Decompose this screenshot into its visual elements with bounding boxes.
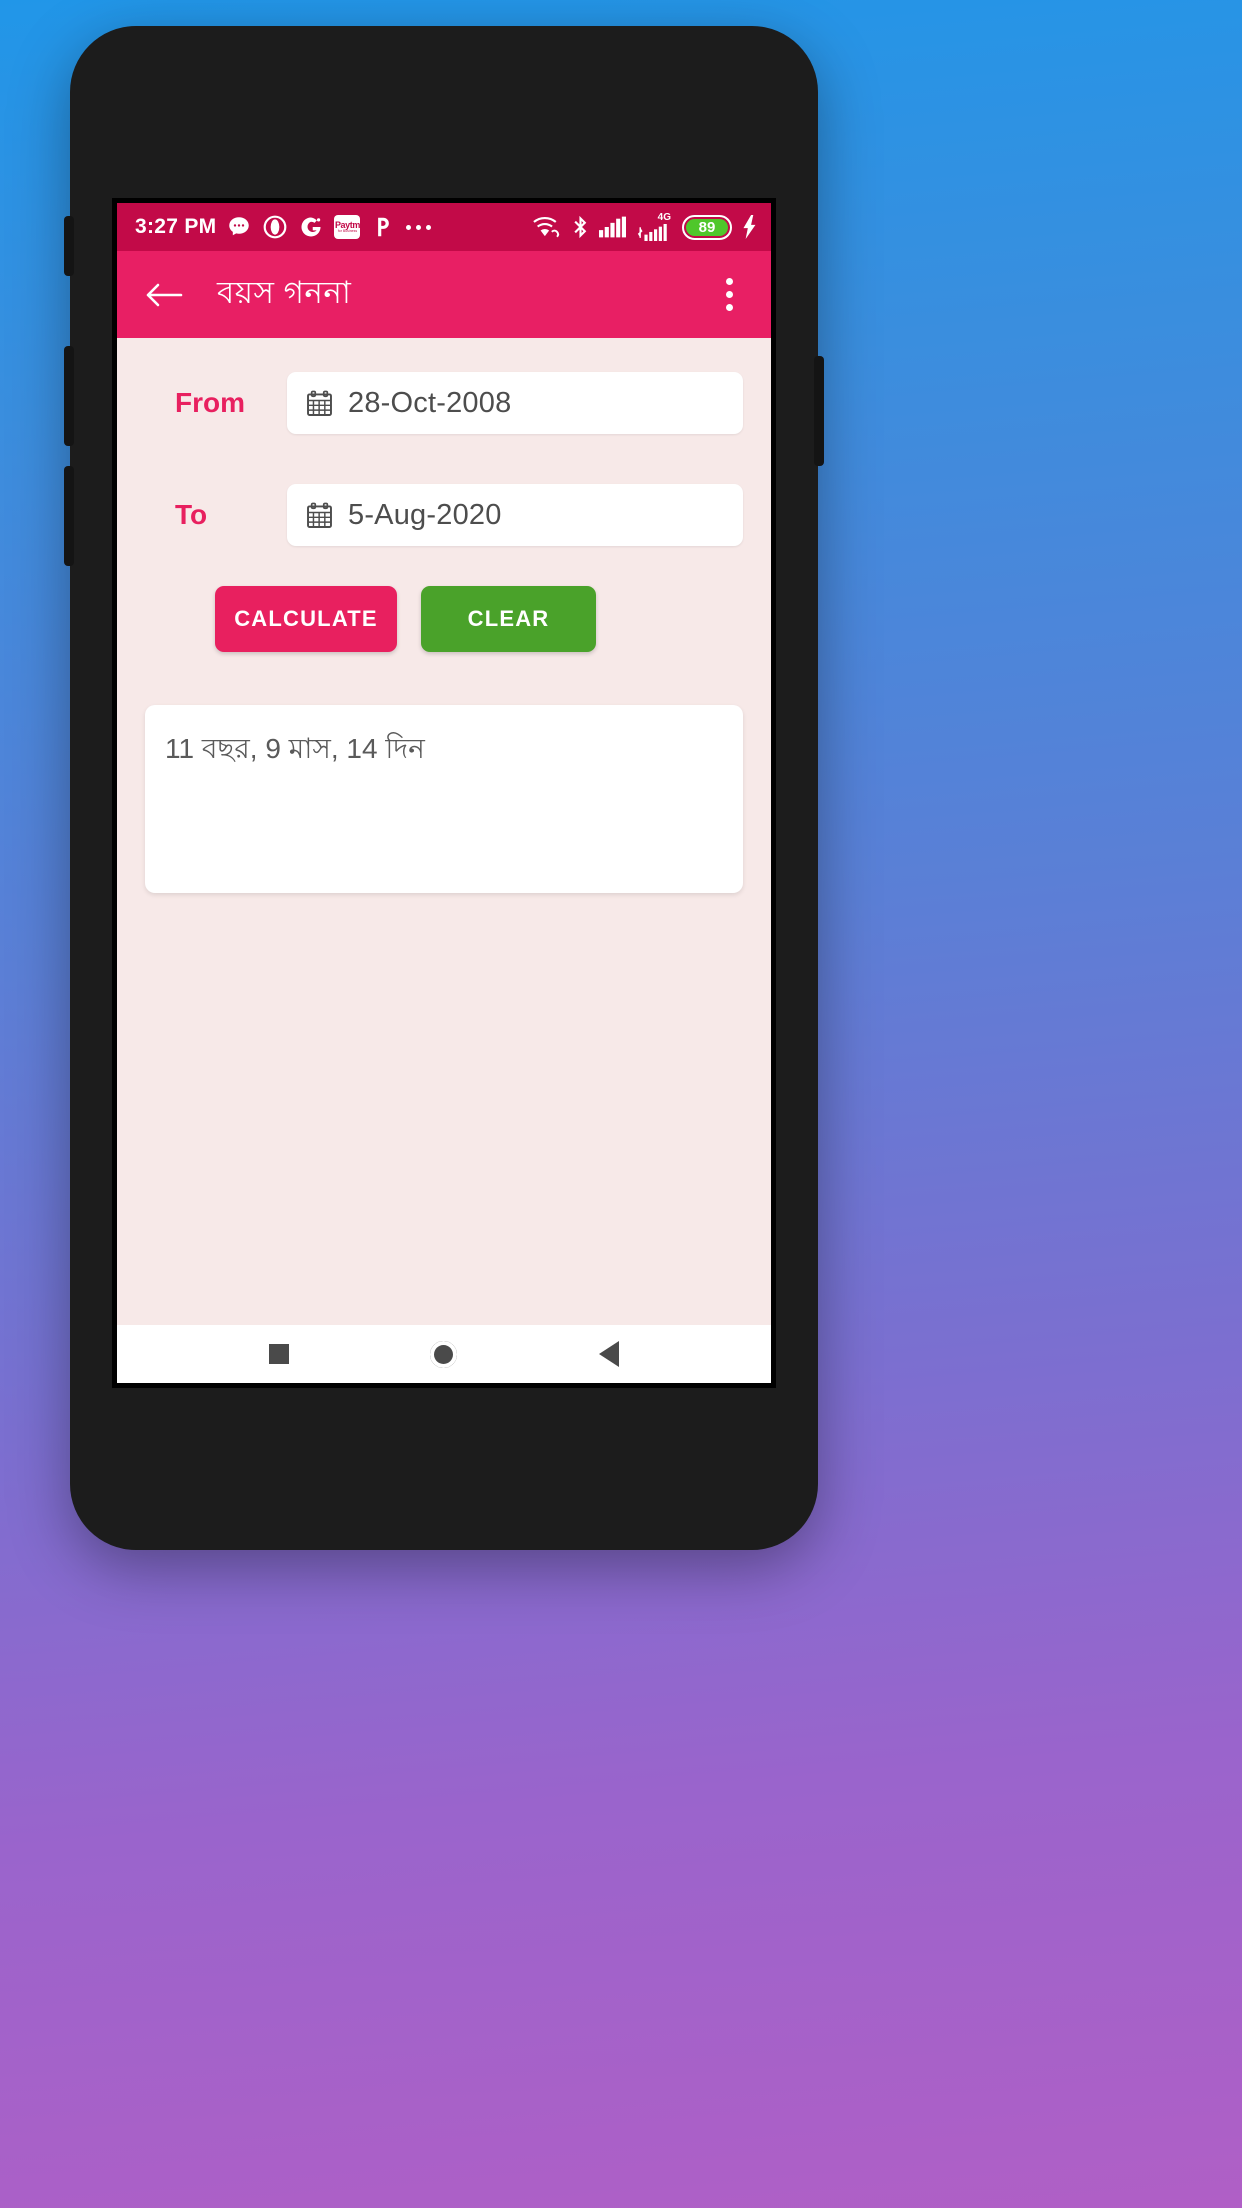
home-circle-icon xyxy=(430,1340,458,1368)
app-bar: বয়স গননা xyxy=(117,251,771,338)
status-bar: 3:27 PM Paytm for Business 4G 89 xyxy=(117,203,771,251)
power-button[interactable] xyxy=(814,356,824,466)
more-dots-icon xyxy=(406,224,432,230)
calendar-icon xyxy=(307,390,332,416)
page-title: বয়স গননা xyxy=(217,274,352,310)
action-button-row: CALCULATE CLEAR xyxy=(145,586,743,652)
result-card: 11 বছর, 9 মাস, 14 দিন xyxy=(145,705,743,893)
opera-icon xyxy=(264,215,287,239)
recents-button[interactable] xyxy=(257,1332,301,1376)
signal-icon xyxy=(599,216,626,238)
to-date-value: 5-Aug-2020 xyxy=(348,498,502,531)
calculate-button[interactable]: CALCULATE xyxy=(215,586,397,652)
signal-4g-bars-icon xyxy=(637,224,667,241)
clear-button[interactable]: CLEAR xyxy=(421,586,596,652)
message-icon xyxy=(229,217,250,236)
to-date-row: To 5-Aug-2020 xyxy=(145,484,743,546)
overflow-menu-button[interactable] xyxy=(707,271,751,319)
android-navigation-bar xyxy=(117,1325,771,1383)
main-content: From 28-Oct-2008 To 5-Aug-2020 CALCULATE… xyxy=(117,338,771,1325)
bluetooth-icon xyxy=(574,215,587,239)
phonepe-icon xyxy=(378,217,390,237)
status-bar-right: 4G 89 xyxy=(532,213,757,241)
arrow-left-icon xyxy=(146,283,183,306)
gaana-icon xyxy=(301,217,322,237)
volume-down-button[interactable] xyxy=(64,346,74,446)
from-date-input[interactable]: 28-Oct-2008 xyxy=(287,372,743,434)
paytm-icon-line2: for Business xyxy=(337,228,358,233)
network-type-label: 4G xyxy=(657,212,671,223)
back-button[interactable] xyxy=(141,272,187,318)
battery-level-label: 89 xyxy=(698,218,716,236)
side-button-extra[interactable] xyxy=(64,466,74,566)
status-bar-clock: 3:27 PM xyxy=(135,215,217,238)
result-text: 11 বছর, 9 মাস, 14 দিন xyxy=(165,733,425,764)
charging-icon xyxy=(743,215,756,239)
from-label: From xyxy=(175,387,245,418)
phone-screen: 3:27 PM Paytm for Business 4G 89 বয়স গন… xyxy=(112,198,776,1388)
signal-4g-icon: 4G xyxy=(637,213,671,241)
more-vertical-icon-dot1 xyxy=(725,278,733,285)
more-vertical-icon-dot3 xyxy=(725,304,733,311)
status-bar-left: 3:27 PM Paytm for Business xyxy=(135,214,432,240)
system-back-button[interactable] xyxy=(587,1332,631,1376)
phone-device-frame: 3:27 PM Paytm for Business 4G 89 বয়স গন… xyxy=(64,26,824,1550)
paytm-icon: Paytm for Business xyxy=(334,215,361,239)
home-button[interactable] xyxy=(422,1332,466,1376)
from-date-row: From 28-Oct-2008 xyxy=(145,372,743,434)
recents-square-icon xyxy=(269,1344,290,1364)
more-vertical-icon-dot2 xyxy=(725,291,733,298)
back-triangle-icon xyxy=(598,1341,619,1367)
calendar-icon xyxy=(307,502,332,528)
volume-up-button[interactable] xyxy=(64,216,74,276)
battery-icon: 89 xyxy=(682,214,732,240)
to-date-input[interactable]: 5-Aug-2020 xyxy=(287,484,743,546)
to-label: To xyxy=(175,499,208,530)
from-date-value: 28-Oct-2008 xyxy=(348,386,512,419)
wifi-icon xyxy=(533,217,560,238)
